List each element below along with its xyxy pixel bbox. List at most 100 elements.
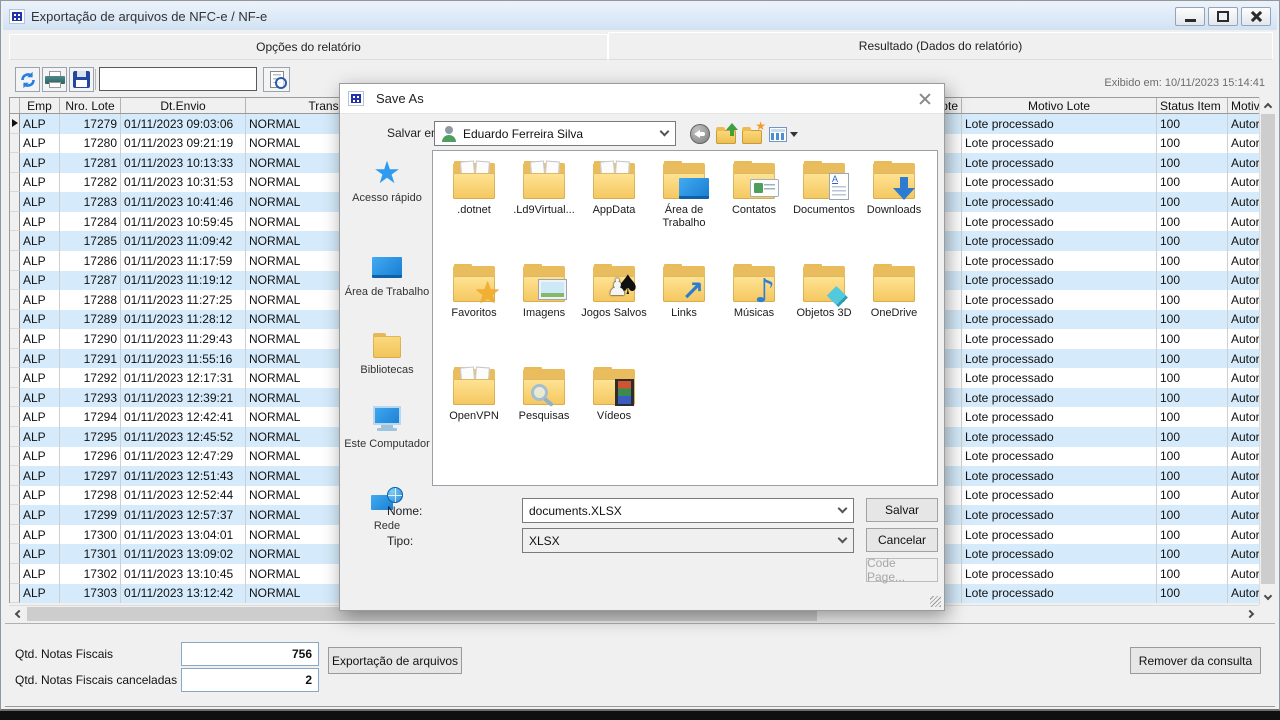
close-icon — [1250, 10, 1263, 23]
save-as-dialog: Save As Salvar em: Eduardo Ferreira Silv… — [339, 83, 945, 611]
scroll-down-button[interactable] — [1260, 589, 1276, 605]
code-page-button: Code Page... — [866, 558, 938, 582]
cell-dt: 01/11/2023 11:09:42 — [121, 231, 246, 251]
column-header-dt[interactable]: Dt.Envio — [121, 98, 246, 113]
printer-icon — [45, 71, 65, 88]
dialog-close-icon[interactable] — [918, 92, 932, 106]
cell-motivo_item: Autoriz — [1228, 368, 1259, 388]
cell-ind — [10, 564, 20, 584]
cell-motivo_item: Autoriz — [1228, 447, 1259, 467]
folder-name: Documentos — [789, 204, 859, 217]
view-menu-icon — [769, 127, 787, 142]
column-header-lote[interactable]: Nro. Lote — [60, 98, 121, 113]
folder-item[interactable]: .dotnet — [439, 157, 509, 260]
cell-dt: 01/11/2023 12:45:52 — [121, 427, 246, 447]
folder-item[interactable]: A Documentos — [789, 157, 859, 260]
cell-status_item: 100 — [1157, 310, 1228, 330]
folder-item[interactable]: ◆Objetos 3D — [789, 260, 859, 363]
cell-motivo_lote: Lote processado — [962, 505, 1157, 525]
cell-lote: 17292 — [60, 368, 121, 388]
cell-status_item: 100 — [1157, 388, 1228, 408]
cell-ind — [10, 407, 20, 427]
column-header-ind[interactable] — [10, 98, 20, 113]
cell-ind — [10, 271, 20, 291]
salvar-button[interactable]: Salvar — [866, 498, 938, 522]
view-menu-button[interactable] — [767, 123, 799, 145]
scroll-right-button[interactable] — [1243, 606, 1259, 622]
cell-ind — [10, 584, 20, 604]
cell-motivo_item: Autoriz — [1228, 134, 1259, 154]
cell-motivo_item: Autoriz — [1228, 349, 1259, 369]
folder-item[interactable]: AppData — [579, 157, 649, 260]
column-header-emp[interactable]: Emp — [20, 98, 60, 113]
folder-name: Pesquisas — [509, 410, 579, 423]
cell-status_item: 100 — [1157, 525, 1228, 545]
toolbar-separator — [95, 69, 96, 90]
sidebar-item-libraries[interactable]: Bibliotecas — [344, 328, 430, 377]
cell-status_item: 100 — [1157, 368, 1228, 388]
cell-motivo_item: Autoriz — [1228, 192, 1259, 212]
cell-lote: 17300 — [60, 525, 121, 545]
remover-da-consulta-button[interactable]: Remover da consulta — [1130, 647, 1261, 674]
folder-item[interactable]: Contatos — [719, 157, 789, 260]
scrollbar-corner — [1259, 605, 1275, 621]
tab-opcoes-do-relatorio[interactable]: Opções do relatório — [9, 34, 608, 60]
sidebar-item-this-pc[interactable]: Este Computador — [344, 402, 430, 451]
scroll-left-button[interactable] — [9, 606, 25, 622]
filetype-combobox[interactable]: XLSX — [522, 528, 854, 553]
cell-emp: ALP — [20, 505, 60, 525]
tab-resultado[interactable]: Resultado (Dados do relatório) — [608, 32, 1273, 60]
cancelar-button[interactable]: Cancelar — [866, 528, 938, 552]
folder-item[interactable]: Pesquisas — [509, 363, 579, 466]
save-in-combobox[interactable]: Eduardo Ferreira Silva — [434, 121, 676, 146]
minimize-button[interactable] — [1175, 7, 1205, 26]
cell-status_item: 100 — [1157, 192, 1228, 212]
new-folder-button[interactable]: ★ — [741, 123, 765, 145]
sidebar-item-quick-access[interactable]: ★Acesso rápido — [344, 156, 430, 205]
refresh-button[interactable] — [15, 67, 40, 92]
folder-item[interactable]: OpenVPN — [439, 363, 509, 466]
cell-motivo_lote: Lote processado — [962, 212, 1157, 232]
up-one-level-button[interactable] — [715, 123, 739, 145]
folder-down-icon — [870, 159, 918, 201]
vertical-scrollbar[interactable] — [1259, 97, 1275, 605]
column-header-motivo_lote[interactable]: Motivo Lote — [962, 98, 1157, 113]
cell-lote: 17291 — [60, 349, 121, 369]
print-button[interactable] — [42, 67, 67, 92]
folder-name: AppData — [579, 204, 649, 217]
folder-item[interactable]: ♠♟Jogos Salvos — [579, 260, 649, 363]
cell-lote: 17285 — [60, 231, 121, 251]
back-button[interactable] — [688, 123, 712, 145]
folder-item[interactable]: Imagens — [509, 260, 579, 363]
cell-motivo_item: Autoriz — [1228, 544, 1259, 564]
folder-item[interactable]: Vídeos — [579, 363, 649, 466]
column-header-status_item[interactable]: Status Item — [1157, 98, 1228, 113]
column-header-motivo_item[interactable]: Motivo Item — [1228, 98, 1259, 113]
qtd-notas-value: 756 — [181, 642, 319, 666]
folder-item[interactable]: ↗Links — [649, 260, 719, 363]
search-input[interactable] — [99, 67, 257, 91]
folder-item[interactable]: Downloads — [859, 157, 929, 260]
cell-motivo_item: Autoriz — [1228, 212, 1259, 232]
preview-button[interactable] — [263, 67, 290, 92]
folder-doc-icon: A — [800, 159, 848, 201]
folder-item[interactable]: OneDrive — [859, 260, 929, 363]
folder-item[interactable]: .Ld9Virtual... — [509, 157, 579, 260]
cell-lote: 17299 — [60, 505, 121, 525]
folder-item[interactable]: ★Favoritos — [439, 260, 509, 363]
cell-ind — [10, 310, 20, 330]
type-label: Tipo: — [387, 534, 413, 548]
scroll-up-button[interactable] — [1260, 97, 1276, 113]
cell-lote: 17296 — [60, 447, 121, 467]
vertical-scroll-thumb[interactable] — [1261, 114, 1275, 584]
filename-combobox[interactable]: documents.XLSX — [522, 498, 854, 523]
name-label: Nome: — [387, 504, 422, 518]
close-button[interactable] — [1241, 7, 1271, 26]
sidebar-item-desktop[interactable]: Área de Trabalho — [344, 250, 430, 299]
folder-item[interactable]: ♪Músicas — [719, 260, 789, 363]
exportacao-de-arquivos-button[interactable]: Exportação de arquivos — [328, 647, 462, 674]
resize-grip[interactable] — [930, 596, 941, 607]
folder-item[interactable]: Área de Trabalho — [649, 157, 719, 260]
restore-button[interactable] — [1208, 7, 1238, 26]
save-button[interactable] — [69, 67, 94, 92]
